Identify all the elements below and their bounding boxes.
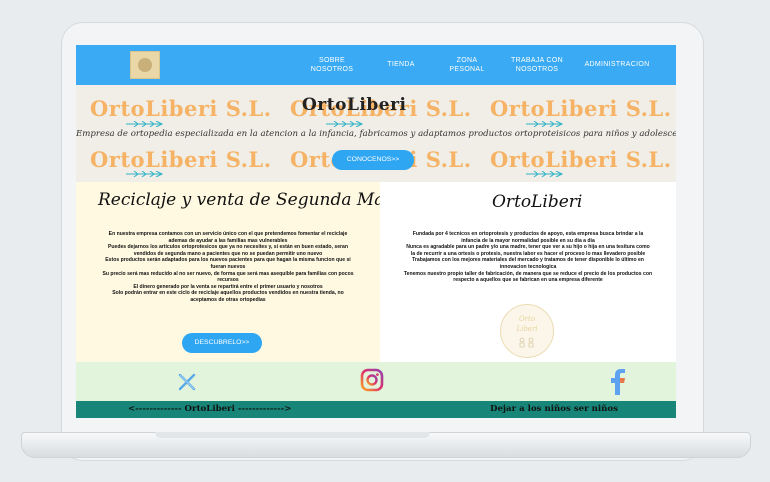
stamp-text: Orto [518,315,536,323]
site-logo[interactable] [130,51,160,79]
text-line: Trabajamos con los mejores materiales de… [412,257,644,264]
watermark-text: OrtoLiberi S.L. [490,147,672,172]
text-line: El dinero generado por la venta se repar… [133,283,323,290]
stamp-text: Liberi [516,325,538,333]
arrow-decoration-icon [126,121,164,127]
nav-tienda[interactable]: TIENDA [381,60,421,69]
text-line: vendidos de segunda mano a pacientes que… [133,250,323,257]
nav-zona-personal[interactable]: ZONA PESONAL [440,56,494,74]
website-screen: SOBRE NOSOTROS TIENDA ZONA PESONAL TRABA… [76,45,676,418]
descubrelo-button[interactable]: DESCUBRELO>> [182,333,262,353]
recycling-description: En nuestra empresa contamos con un servi… [80,231,376,304]
hero-subtitle: Empresa de ortopedia especializada en la… [76,129,676,139]
arrow-decoration-icon [526,121,564,127]
footer-bar: <------------- OrtoLiberi ------------->… [76,401,676,418]
footer-brand: <------------- OrtoLiberi -------------> [128,404,292,414]
watermark-text: OrtoLiberi S.L. [90,96,272,121]
about-section: OrtoLiberi Fundada por 4 tecnicos en ort… [380,182,676,362]
hero-banner: OrtoLiberi S.L. OrtoLiberi S.L. OrtoLibe… [76,85,676,182]
text-line: Tenemos nuestro propio taller de fabrica… [403,270,653,277]
x-twitter-icon[interactable] [178,373,196,391]
text-line: Su precio será mas reducido al no ser nu… [102,270,354,277]
nav-administracion[interactable]: ADMINISTRACION [579,60,655,69]
text-line: ademas de ayudar a las familias mas vuln… [168,237,288,244]
about-title: OrtoLiberi [492,192,583,212]
hero-title: OrtoLiberi [302,95,407,115]
arrow-decoration-icon [126,171,164,177]
text-line: recursos [217,277,239,284]
instagram-icon[interactable] [360,368,384,392]
company-stamp-logo: Orto Liberi [500,304,554,358]
watermark-text: OrtoLiberi S.L. [490,96,672,121]
arrow-decoration-icon [526,171,564,177]
text-line: Puedes dejarnos los articulos ortoprotes… [108,244,348,251]
text-line: Estos productos serán adaptados para los… [105,257,351,264]
nav-sobre-nosotros[interactable]: SOBRE NOSOTROS [302,56,362,74]
social-bar [76,362,676,401]
conocenos-button[interactable]: CONOCENOS>> [332,150,414,170]
text-line: aceptamos de otras ortopedias [190,296,266,303]
text-line: fueran nuevos [210,263,246,270]
nav-trabaja-con-nosotros[interactable]: TRABAJA CON NOSOTROS [504,56,570,74]
facebook-icon[interactable] [611,369,625,395]
text-line: la de recurrir a una ortesis o protesis,… [410,250,646,257]
watermark-text: OrtoLiberi S.L. [90,147,272,172]
children-figures-icon [519,337,534,348]
footer-slogan: Dejar a los niños ser niños [490,404,618,414]
text-line: En nuestra empresa contamos con un servi… [108,231,348,237]
recycling-section: Reciclaje y venta de Segunda Mano En nue… [76,182,406,362]
top-navbar: SOBRE NOSOTROS TIENDA ZONA PESONAL TRABA… [76,45,676,85]
recycling-title: Reciclaje y venta de Segunda Mano [98,190,406,210]
text-line: innovacion tecnologica [499,263,557,270]
text-line: Solo podrán entrar en este ciclo de reci… [112,290,344,297]
text-line: respecto a aquellos que se fabrican en u… [453,277,603,284]
about-description: Fundada por 4 tecnicos en ortoprotesis y… [384,231,672,284]
arrow-decoration-icon [326,121,364,127]
text-line: Fundada por 4 tecnicos en ortoprotesis y… [412,231,644,237]
text-line: infancia de la mayor normalidad posible … [461,237,595,244]
laptop-notch [155,432,430,438]
text-line: Nunca es agradable para un padre y/o una… [406,244,650,251]
logo-emblem [138,58,152,72]
